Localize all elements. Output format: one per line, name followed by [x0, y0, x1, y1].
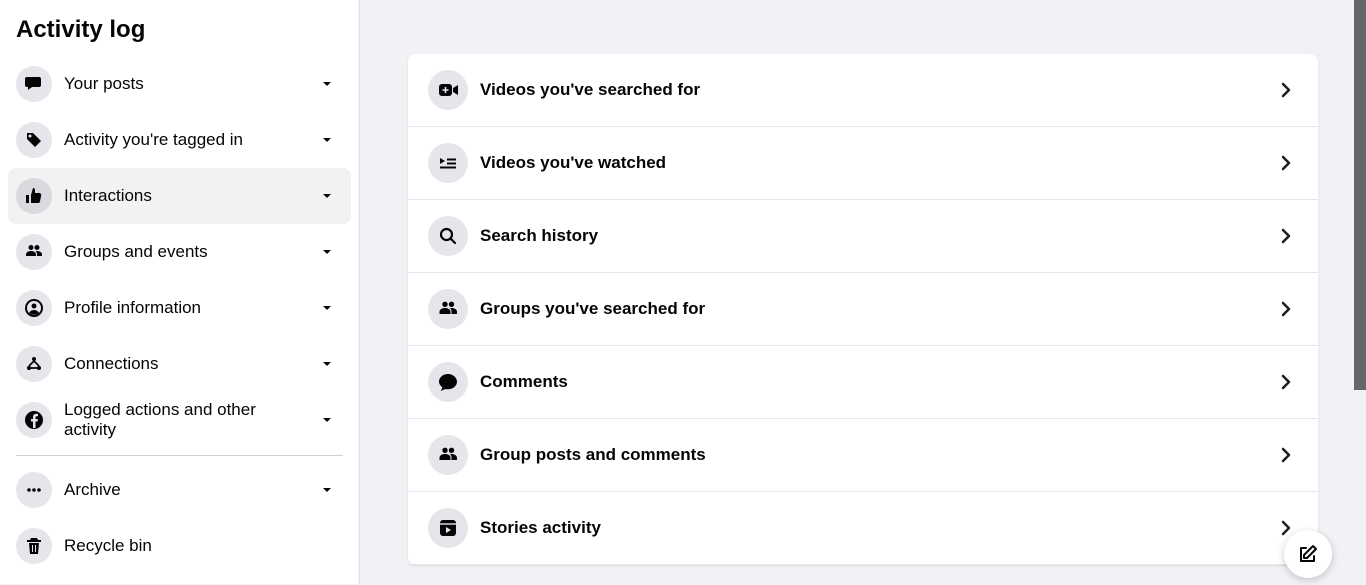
sidebar-item-label: Archive: [64, 480, 317, 500]
sidebar-item-label: Recycle bin: [64, 536, 343, 556]
groups-icon: [428, 289, 468, 329]
search-icon: [428, 216, 468, 256]
page-title: Activity log: [0, 0, 359, 56]
sidebar-item-label: Your posts: [64, 74, 317, 94]
row-label: Group posts and comments: [480, 445, 1274, 465]
chevron-down-icon: [317, 354, 337, 374]
sidebar-item-tagged[interactable]: Activity you're tagged in: [8, 112, 351, 168]
row-label: Comments: [480, 372, 1274, 392]
groups-icon: [428, 435, 468, 475]
chevron-right-icon: [1274, 151, 1298, 175]
sidebar-item-label: Groups and events: [64, 242, 317, 262]
row-groups-searched[interactable]: Groups you've searched for: [408, 273, 1318, 346]
profile-icon: [16, 290, 52, 326]
row-videos-searched[interactable]: Videos you've searched for: [408, 54, 1318, 127]
sidebar: Activity log Your posts Activity you're …: [0, 0, 360, 584]
tag-icon: [16, 122, 52, 158]
chevron-down-icon: [317, 74, 337, 94]
sidebar-item-connections[interactable]: Connections: [8, 336, 351, 392]
chevron-right-icon: [1274, 297, 1298, 321]
sidebar-item-logged-actions[interactable]: Logged actions and other activity: [8, 392, 351, 449]
trash-icon: [16, 528, 52, 564]
archive-icon: [16, 472, 52, 508]
sidebar-item-your-posts[interactable]: Your posts: [8, 56, 351, 112]
row-label: Groups you've searched for: [480, 299, 1274, 319]
chevron-down-icon: [317, 186, 337, 206]
compose-button[interactable]: [1284, 530, 1332, 578]
row-group-posts-comments[interactable]: Group posts and comments: [408, 419, 1318, 492]
sidebar-item-archive[interactable]: Archive: [8, 462, 351, 518]
row-label: Videos you've watched: [480, 153, 1274, 173]
sidebar-item-label: Connections: [64, 354, 317, 374]
row-stories-activity[interactable]: Stories activity: [408, 492, 1318, 565]
speech-icon: [16, 66, 52, 102]
sidebar-item-label: Profile information: [64, 298, 317, 318]
sidebar-scroll[interactable]: Your posts Activity you're tagged in Int…: [0, 56, 359, 585]
row-videos-watched[interactable]: Videos you've watched: [408, 127, 1318, 200]
chevron-down-icon: [317, 298, 337, 318]
page-scrollbar[interactable]: [1354, 0, 1366, 390]
comment-icon: [428, 362, 468, 402]
chevron-down-icon: [317, 130, 337, 150]
row-label: Search history: [480, 226, 1274, 246]
row-label: Stories activity: [480, 518, 1274, 538]
groups-icon: [16, 234, 52, 270]
chevron-down-icon: [317, 410, 337, 430]
chevron-right-icon: [1274, 370, 1298, 394]
thumb-up-icon: [16, 178, 52, 214]
chevron-right-icon: [1274, 443, 1298, 467]
stories-icon: [428, 508, 468, 548]
sidebar-item-label: Logged actions and other activity: [64, 400, 317, 441]
main-area: Videos you've searched for Videos you've…: [360, 0, 1366, 584]
interactions-list-card: Videos you've searched for Videos you've…: [408, 54, 1318, 565]
chevron-down-icon: [317, 480, 337, 500]
edit-icon: [1297, 543, 1319, 565]
row-search-history[interactable]: Search history: [408, 200, 1318, 273]
chevron-down-icon: [317, 242, 337, 262]
sidebar-item-interactions[interactable]: Interactions: [8, 168, 351, 224]
playlist-icon: [428, 143, 468, 183]
sidebar-item-profile-info[interactable]: Profile information: [8, 280, 351, 336]
connections-icon: [16, 346, 52, 382]
chevron-right-icon: [1274, 224, 1298, 248]
row-comments[interactable]: Comments: [408, 346, 1318, 419]
sidebar-item-recycle-bin[interactable]: Recycle bin: [8, 518, 351, 574]
video-plus-icon: [428, 70, 468, 110]
sidebar-item-label: Interactions: [64, 186, 317, 206]
sidebar-item-label: Activity you're tagged in: [64, 130, 317, 150]
facebook-icon: [16, 402, 52, 438]
chevron-right-icon: [1274, 78, 1298, 102]
sidebar-item-groups-events[interactable]: Groups and events: [8, 224, 351, 280]
sidebar-divider: [16, 455, 343, 456]
row-label: Videos you've searched for: [480, 80, 1274, 100]
